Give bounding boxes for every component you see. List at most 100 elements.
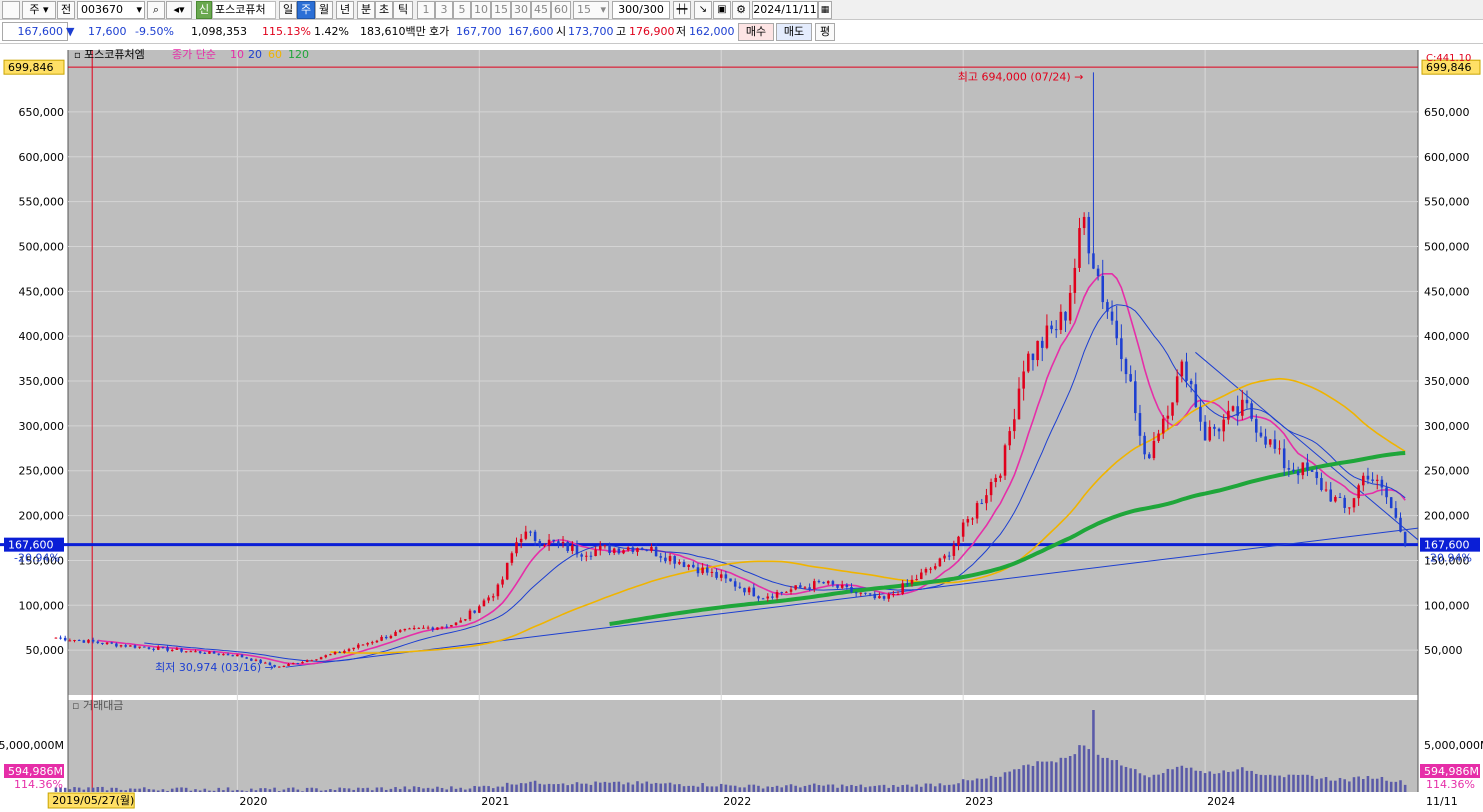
candle-body[interactable] — [226, 654, 230, 656]
candle-body[interactable] — [673, 556, 676, 564]
candle-body[interactable] — [813, 581, 816, 589]
candle-body[interactable] — [1343, 497, 1346, 508]
candle-body[interactable] — [82, 640, 86, 643]
candle-body[interactable] — [743, 587, 746, 593]
candle-body[interactable] — [817, 581, 821, 583]
window-icon[interactable] — [2, 1, 20, 19]
candle-body[interactable] — [822, 582, 825, 584]
candle-body[interactable] — [1031, 353, 1035, 361]
candle-body[interactable] — [170, 649, 174, 651]
candle-body[interactable] — [892, 594, 895, 596]
tab-tick[interactable]: 틱 — [393, 1, 413, 19]
candle-body[interactable] — [552, 539, 556, 542]
interval-10[interactable]: 10 — [471, 1, 491, 19]
candle-body[interactable] — [231, 655, 234, 657]
candle-body[interactable] — [389, 635, 393, 639]
candle-body[interactable] — [943, 555, 946, 559]
candle-body[interactable] — [1152, 440, 1156, 459]
candle-body[interactable] — [910, 579, 914, 584]
candle-body[interactable] — [212, 651, 216, 654]
candle-body[interactable] — [1389, 497, 1393, 509]
candle-body[interactable] — [1213, 426, 1216, 429]
candle-body[interactable] — [371, 642, 374, 644]
candle-body[interactable] — [384, 636, 388, 639]
candle-body[interactable] — [161, 646, 165, 648]
candle-body[interactable] — [896, 594, 900, 596]
candle-body[interactable] — [780, 592, 783, 594]
candle-body[interactable] — [999, 475, 1002, 478]
candle-body[interactable] — [445, 626, 448, 628]
candle-body[interactable] — [1320, 478, 1323, 490]
candle-body[interactable] — [478, 606, 481, 613]
candle-body[interactable] — [808, 587, 811, 589]
candle-body[interactable] — [1040, 340, 1044, 348]
candle-body[interactable] — [1157, 433, 1160, 441]
candle-body[interactable] — [701, 567, 704, 574]
candle-body[interactable] — [868, 593, 872, 595]
candle-body[interactable] — [505, 562, 509, 580]
candle-body[interactable] — [543, 545, 546, 547]
draw-tool-icon[interactable]: ↘ — [694, 1, 712, 19]
candle-body[interactable] — [301, 662, 304, 664]
candle-body[interactable] — [575, 545, 579, 555]
candle-body[interactable] — [487, 597, 490, 601]
candle-body[interactable] — [924, 569, 928, 573]
candle-body[interactable] — [1078, 228, 1081, 268]
candle-body[interactable] — [664, 557, 667, 562]
candle-body[interactable] — [789, 589, 793, 592]
candle-body[interactable] — [282, 665, 286, 667]
candle-body[interactable] — [1189, 380, 1193, 385]
candle-body[interactable] — [547, 539, 551, 546]
candle-body[interactable] — [156, 646, 160, 650]
candle-body[interactable] — [1217, 428, 1221, 432]
candle-body[interactable] — [873, 593, 877, 599]
candle-body[interactable] — [710, 571, 714, 573]
candle-body[interactable] — [1264, 436, 1267, 445]
price-panel[interactable] — [68, 50, 1418, 695]
candle-body[interactable] — [129, 645, 132, 647]
candle-body[interactable] — [380, 636, 383, 641]
candle-body[interactable] — [1013, 419, 1016, 432]
candle-body[interactable] — [1124, 359, 1128, 375]
candle-body[interactable] — [1254, 418, 1258, 433]
candle-body[interactable] — [352, 647, 355, 650]
candle-body[interactable] — [654, 546, 658, 557]
candle-body[interactable] — [1268, 439, 1272, 445]
candle-body[interactable] — [1068, 292, 1072, 321]
candle-body[interactable] — [1250, 403, 1253, 419]
candle-body[interactable] — [287, 663, 290, 666]
candle-body[interactable] — [985, 495, 988, 504]
candle-body[interactable] — [245, 657, 248, 659]
candle-body[interactable] — [947, 555, 951, 557]
candle-body[interactable] — [1129, 374, 1132, 382]
candle-body[interactable] — [836, 584, 839, 588]
candle-body[interactable] — [198, 651, 202, 653]
candle-body[interactable] — [147, 647, 151, 649]
search-icon[interactable]: ⌕ — [147, 1, 165, 19]
candle-body[interactable] — [920, 572, 923, 580]
candle-body[interactable] — [277, 666, 281, 668]
candle-body[interactable] — [1045, 325, 1049, 348]
candle-body[interactable] — [1371, 479, 1374, 481]
speaker-icon[interactable]: ◂▾ — [166, 1, 192, 19]
candle-body[interactable] — [1385, 487, 1388, 498]
candle-body[interactable] — [901, 583, 904, 595]
stock-code-input[interactable]: 003670 ▾ — [77, 1, 145, 19]
candle-body[interactable] — [719, 574, 723, 578]
stock-chart[interactable]: 650,000 650,000 600,000 600,000 550,000 550,0… — [0, 44, 1483, 809]
interval-3[interactable]: 3 — [435, 1, 453, 19]
candle-body[interactable] — [729, 578, 732, 582]
chart-area[interactable]: 650,000 650,000 600,000 600,000 550,000 550,0… — [0, 44, 1483, 809]
candle-body[interactable] — [1287, 468, 1291, 470]
candle-body[interactable] — [1273, 439, 1277, 449]
candle-body[interactable] — [1222, 419, 1225, 432]
candle-body[interactable] — [1292, 469, 1295, 472]
candle-body[interactable] — [119, 645, 123, 647]
tab-second[interactable]: 초 — [375, 1, 393, 19]
candle-body[interactable] — [1120, 338, 1123, 360]
candle-body[interactable] — [1227, 410, 1230, 420]
candle-body[interactable] — [938, 558, 942, 567]
candle-body[interactable] — [496, 584, 500, 597]
candle-body[interactable] — [640, 548, 644, 550]
candle-body[interactable] — [152, 648, 155, 650]
